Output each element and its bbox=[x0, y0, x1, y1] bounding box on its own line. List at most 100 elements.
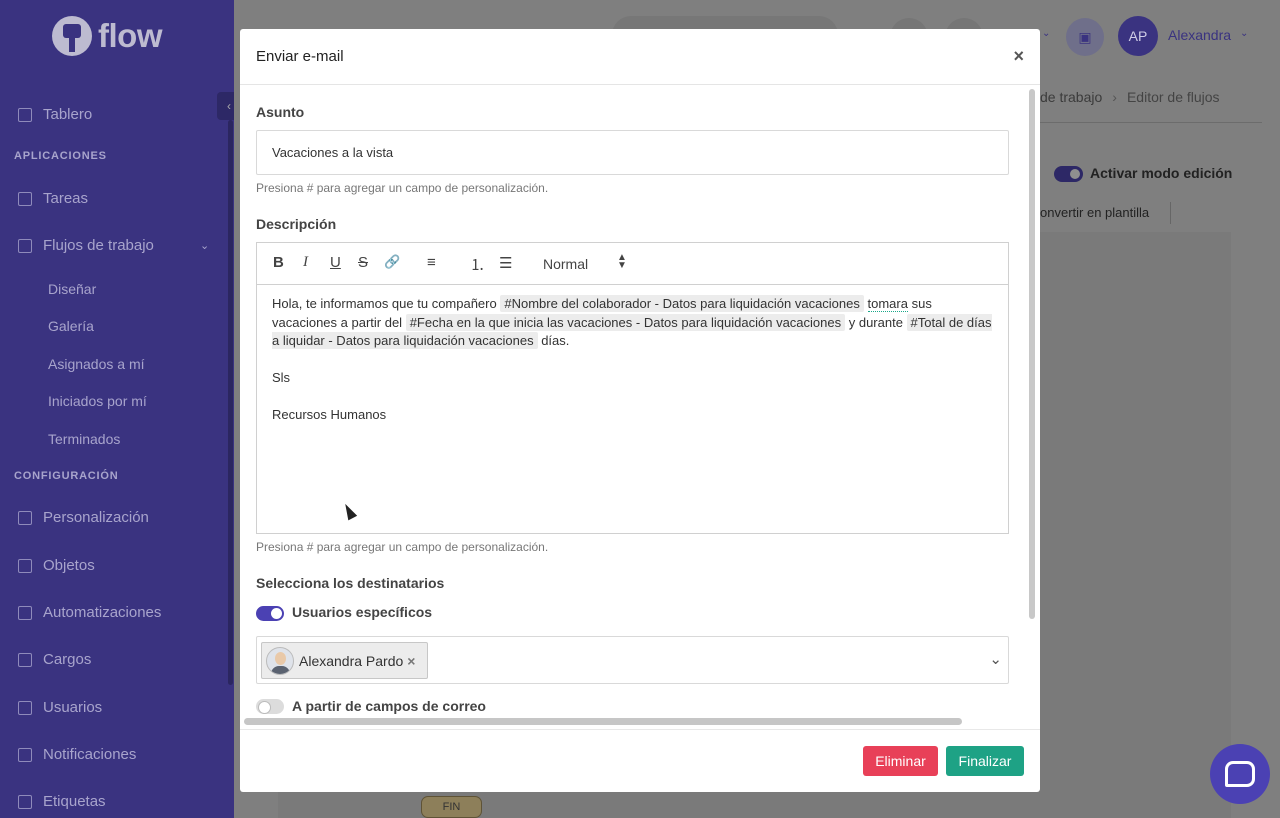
convert-template-button[interactable]: onvertir en plantilla bbox=[1040, 205, 1149, 220]
subject-help-text: Presiona # para agregar un campo de pers… bbox=[256, 181, 549, 195]
send-email-modal: Enviar e-mail × Asunto Vacaciones a la v… bbox=[240, 29, 1040, 792]
divider bbox=[1040, 122, 1262, 123]
align-icon[interactable]: ≡ bbox=[427, 254, 436, 271]
rich-text-editor: B I U S 🔗 ≡ ⒈ ☰ Normal ▲ ▼ Hola, te infor… bbox=[256, 242, 1009, 534]
sidebar-item-tareas[interactable]: Tareas bbox=[18, 190, 88, 207]
specific-users-toggle[interactable] bbox=[256, 606, 284, 621]
editor-toolbar: B I U S 🔗 ≡ ⒈ ☰ Normal ▲ ▼ bbox=[257, 243, 1008, 285]
workflow-icon bbox=[18, 238, 32, 253]
modal-title: Enviar e-mail bbox=[256, 48, 344, 65]
section-aplicaciones: APLICACIONES bbox=[14, 150, 107, 162]
subject-label: Asunto bbox=[256, 104, 305, 120]
strikethrough-button[interactable]: S bbox=[358, 254, 368, 271]
sidebar-item-automatizaciones[interactable]: Automatizaciones bbox=[18, 604, 161, 621]
users-select[interactable]: Alexandra Pardo × ⌄ bbox=[256, 636, 1009, 684]
email-fields-label: A partir de campos de correo bbox=[292, 698, 486, 714]
logo[interactable]: flow bbox=[52, 14, 162, 58]
description-label: Descripción bbox=[256, 216, 337, 232]
flow-logo-icon bbox=[52, 16, 92, 56]
sidebar-item-label: Tareas bbox=[43, 190, 89, 207]
selected-user-chip: Alexandra Pardo × bbox=[261, 642, 428, 679]
calendar-icon[interactable]: ▣ bbox=[1066, 18, 1104, 56]
breadcrumb-item[interactable]: de trabajo bbox=[1040, 89, 1102, 105]
user-icon bbox=[18, 700, 32, 715]
link-icon[interactable]: 🔗 bbox=[384, 254, 400, 270]
chat-support-button[interactable] bbox=[1210, 744, 1270, 804]
sidebar-item-tablero[interactable]: Tablero bbox=[18, 106, 92, 123]
edit-mode-toggle[interactable] bbox=[1054, 166, 1083, 182]
database-icon bbox=[18, 558, 32, 573]
logo-text: flow bbox=[98, 17, 162, 54]
modal-vertical-scrollbar[interactable] bbox=[1029, 89, 1035, 619]
sidebar-item-label: Notificaciones bbox=[43, 746, 137, 763]
sidebar: flow ‹ Tablero APLICACIONES Tareas Flujo… bbox=[0, 0, 234, 818]
sidebar-item-label: Personalización bbox=[43, 509, 149, 526]
recipients-label: Selecciona los destinatarios bbox=[256, 575, 445, 591]
editor-text: Hola, te informamos que tu compañero bbox=[272, 296, 501, 311]
sidebar-subitem-iniciados[interactable]: Iniciados por mí bbox=[48, 393, 147, 409]
underline-button[interactable]: U bbox=[330, 254, 341, 271]
checkbox-icon bbox=[18, 191, 32, 206]
sidebar-item-usuarios[interactable]: Usuarios bbox=[18, 699, 102, 716]
chevron-down-icon[interactable]: ⌄ bbox=[1042, 28, 1050, 39]
personalization-tag[interactable]: #Fecha en la que inicia las vacaciones -… bbox=[405, 313, 846, 331]
bell-icon bbox=[18, 605, 32, 620]
home-icon bbox=[18, 107, 32, 122]
subject-input[interactable]: Vacaciones a la vista bbox=[256, 130, 1009, 175]
chevron-down-icon[interactable]: ⌄ bbox=[200, 239, 209, 252]
sidebar-item-label: Flujos de trabajo bbox=[43, 237, 154, 254]
sidebar-subitem-disenar[interactable]: Diseñar bbox=[48, 281, 96, 297]
modal-horizontal-scrollbar[interactable] bbox=[244, 718, 962, 725]
sidebar-subitem-terminados[interactable]: Terminados bbox=[48, 431, 120, 447]
italic-button[interactable]: I bbox=[303, 254, 308, 271]
sidebar-item-objetos[interactable]: Objetos bbox=[18, 557, 95, 574]
user-menu-name[interactable]: Alexandra bbox=[1168, 27, 1231, 43]
sidebar-item-cargos[interactable]: Cargos bbox=[18, 651, 91, 668]
chevron-right-icon: › bbox=[1112, 89, 1117, 105]
chip-label: Alexandra Pardo bbox=[299, 652, 404, 669]
editor-text bbox=[864, 296, 868, 311]
sidebar-item-label: Cargos bbox=[43, 651, 92, 668]
remove-icon[interactable]: × bbox=[407, 653, 415, 669]
label-icon bbox=[18, 794, 32, 809]
editor-paragraph: Recursos Humanos bbox=[272, 407, 387, 422]
select-arrows-icon[interactable]: ▲ ▼ bbox=[617, 253, 627, 271]
sidebar-item-label: Tablero bbox=[43, 106, 93, 123]
breadcrumb-current: Editor de flujos bbox=[1126, 89, 1220, 105]
modal-body: Asunto Vacaciones a la vista Presiona # … bbox=[240, 86, 1026, 714]
delete-button[interactable]: Eliminar bbox=[863, 746, 938, 776]
chevron-down-icon[interactable]: ⌄ bbox=[989, 650, 1002, 668]
close-icon[interactable]: × bbox=[1013, 46, 1024, 67]
sidebar-item-personalizacion[interactable]: Personalización bbox=[18, 509, 149, 526]
specific-users-label: Usuarios específicos bbox=[292, 604, 433, 620]
sidebar-subitem-asignados[interactable]: Asignados a mí bbox=[48, 356, 145, 372]
divider bbox=[1170, 202, 1171, 224]
sidebar-item-label: Objetos bbox=[43, 557, 95, 574]
sidebar-scrollbar[interactable] bbox=[228, 120, 233, 685]
chat-icon bbox=[1225, 761, 1255, 787]
sidebar-collapse-button[interactable]: ‹ bbox=[217, 92, 234, 120]
sidebar-item-label: Usuarios bbox=[43, 699, 103, 716]
avatar[interactable]: AP bbox=[1118, 16, 1158, 56]
editor-paragraph: Sls bbox=[272, 370, 291, 385]
spellcheck-word: tomara bbox=[867, 296, 908, 312]
bold-button[interactable]: B bbox=[273, 254, 284, 271]
sidebar-item-etiquetas[interactable]: Etiquetas bbox=[18, 793, 106, 810]
flow-end-node[interactable]: FIN bbox=[421, 796, 482, 818]
sidebar-item-flujos[interactable]: Flujos de trabajo bbox=[18, 237, 154, 254]
personalization-tag[interactable]: #Nombre del colaborador - Datos para liq… bbox=[500, 295, 864, 312]
sidebar-item-notificaciones[interactable]: Notificaciones bbox=[18, 746, 136, 763]
modal-header: Enviar e-mail × bbox=[240, 29, 1040, 85]
format-select[interactable]: Normal bbox=[543, 256, 588, 272]
email-fields-toggle[interactable] bbox=[256, 699, 284, 714]
chevron-down-icon[interactable]: ⌄ bbox=[1240, 28, 1248, 39]
briefcase-icon bbox=[18, 652, 32, 667]
section-configuracion: CONFIGURACIÓN bbox=[14, 470, 119, 482]
bullet-list-icon[interactable]: ☰ bbox=[499, 254, 512, 272]
sidebar-subitem-galeria[interactable]: Galería bbox=[48, 318, 94, 334]
description-help-text: Presiona # para agregar un campo de pers… bbox=[256, 540, 549, 554]
editor-content[interactable]: Hola, te informamos que tu compañero #No… bbox=[257, 285, 1008, 453]
finish-button[interactable]: Finalizar bbox=[946, 746, 1024, 776]
ordered-list-icon[interactable]: ⒈ bbox=[470, 254, 485, 275]
tag-icon bbox=[18, 510, 32, 525]
